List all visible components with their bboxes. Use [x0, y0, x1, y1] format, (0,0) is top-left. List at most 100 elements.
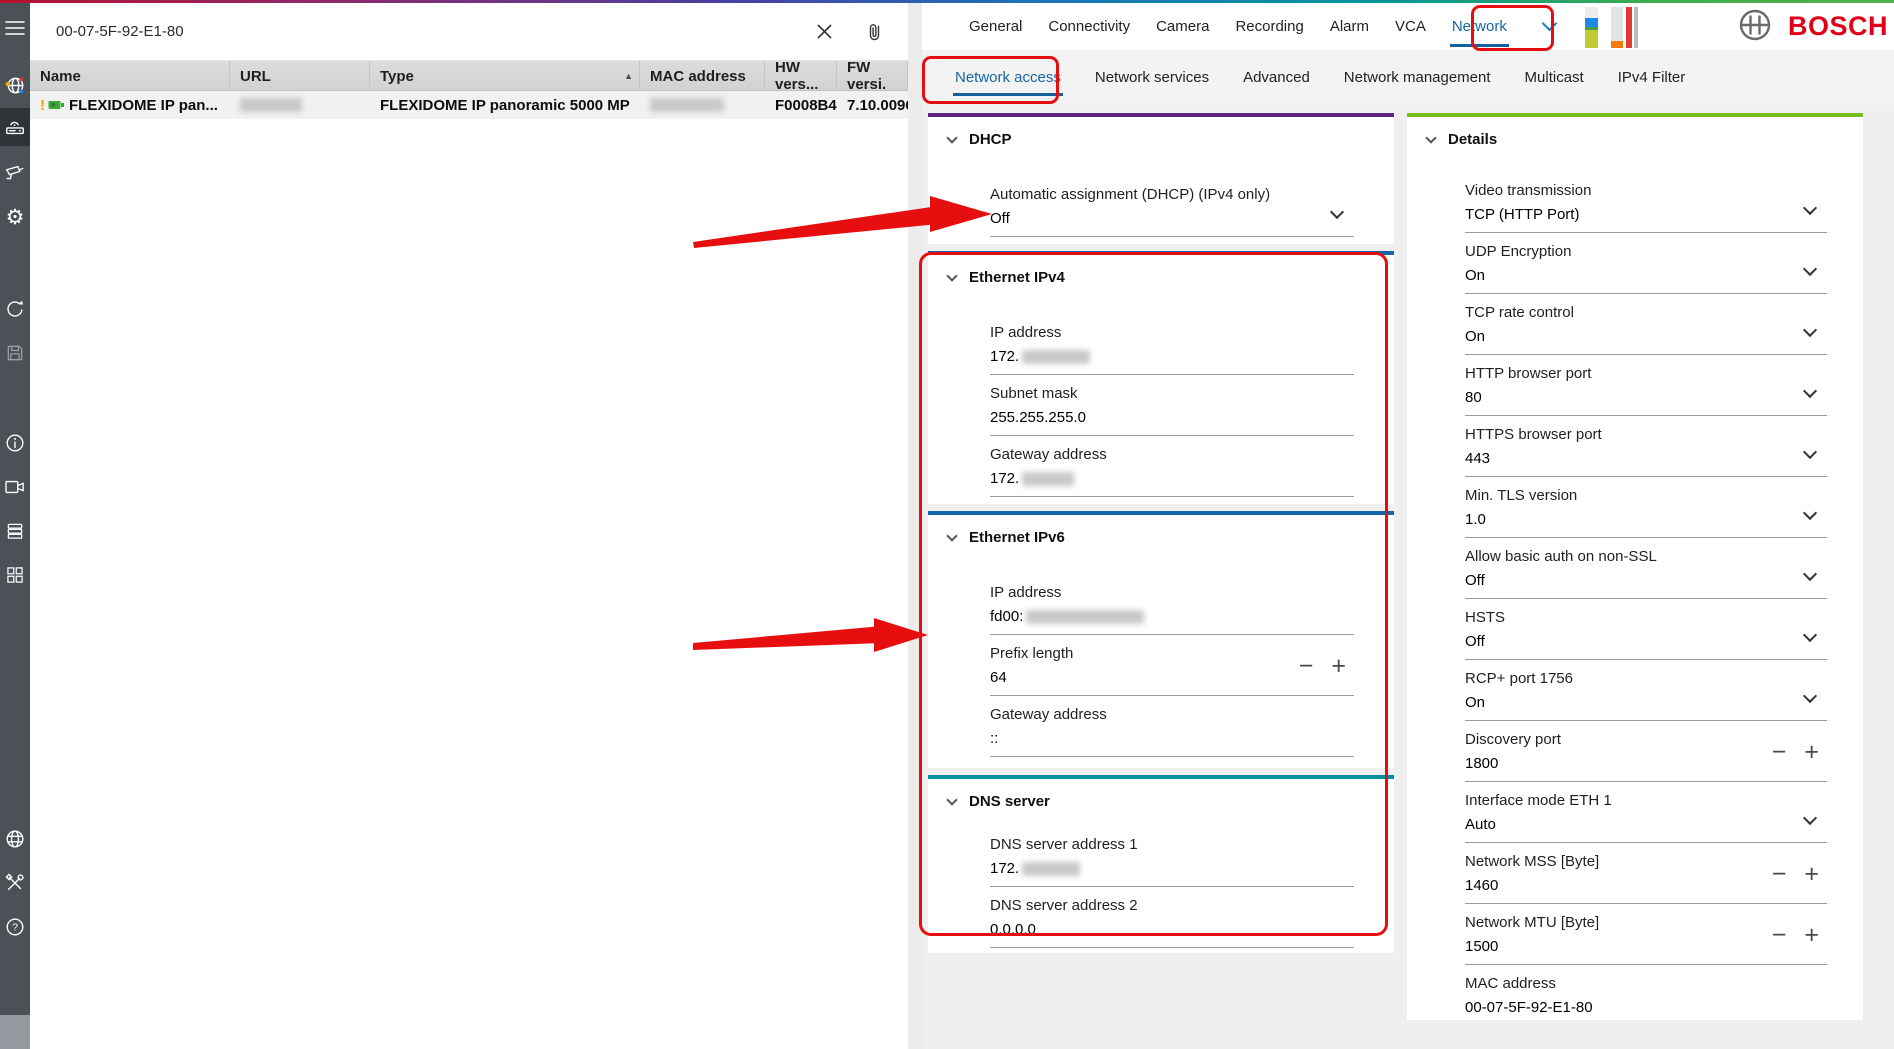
camera-device-icon — [48, 99, 64, 111]
section-header-dns-server[interactable]: DNS server — [928, 779, 1394, 810]
ethernet-ipv6-ip-address-value[interactable]: fd00: — [990, 608, 1354, 635]
details-https-browser-port-value[interactable]: 443 — [1465, 450, 1827, 477]
sidebar-item-camera[interactable] — [0, 154, 30, 192]
column-header-mac-address[interactable]: MAC address — [640, 61, 765, 91]
sidebar-item-apps[interactable] — [0, 556, 30, 594]
section-header-ethernet-ipv6[interactable]: Ethernet IPv6 — [928, 515, 1394, 546]
details-mac-address-label: MAC address — [1465, 975, 1827, 993]
ethernet-ipv4-ip-address-value[interactable]: 172. — [990, 348, 1354, 375]
details-tcp-rate-control-value-text: On — [1465, 328, 1485, 346]
device-fw-version-cell: 7.10.0096 — [837, 91, 908, 119]
details-allow-basic-auth-on-non-ssl-value[interactable]: Off — [1465, 572, 1827, 599]
sidebar-item-settings[interactable]: ⚙ — [0, 198, 30, 236]
ethernet-ipv6-gateway-address-label: Gateway address — [990, 706, 1354, 724]
field-details-interface-mode-eth-1: Interface mode ETH 1Auto — [1465, 792, 1827, 843]
tab-vca[interactable]: VCA — [1382, 3, 1439, 50]
sidebar-item-video[interactable] — [0, 468, 30, 506]
sidebar-item-network-scan[interactable] — [0, 66, 30, 104]
details-http-browser-port-value-text: 80 — [1465, 389, 1482, 407]
dns-server-dns-server-address-2-value[interactable]: 0.0.0.0 — [990, 921, 1354, 948]
ethernet-ipv4-gateway-address-value[interactable]: 172. — [990, 470, 1354, 497]
details-hsts-dropdown-chevron-icon[interactable] — [1805, 630, 1815, 640]
ethernet-ipv6-prefix-length-decrement-icon[interactable]: − — [1299, 653, 1314, 679]
details-column: Details Video transmissionTCP (HTTP Port… — [1407, 113, 1863, 1027]
collapse-chevron-icon — [946, 132, 957, 143]
details-interface-mode-eth-1-dropdown-chevron-icon[interactable] — [1805, 813, 1815, 823]
tab-connectivity[interactable]: Connectivity — [1035, 3, 1143, 50]
sidebar-bottom-handle[interactable] — [0, 1015, 30, 1049]
sidebar-item-help[interactable]: ? — [0, 908, 30, 946]
subtab-advanced[interactable]: Advanced — [1226, 50, 1327, 105]
details-hsts-value[interactable]: Off — [1465, 633, 1827, 660]
details-network-mtu-byte-increment-icon[interactable]: + — [1804, 922, 1819, 948]
subtab-network-access[interactable]: Network access — [938, 50, 1078, 105]
details-tcp-rate-control-value[interactable]: On — [1465, 328, 1827, 355]
details-network-mtu-byte-decrement-icon[interactable]: − — [1772, 922, 1787, 948]
close-icon[interactable] — [816, 23, 833, 40]
device-table-header: NameURLType▲MAC addressHW vers...FW vers… — [30, 61, 908, 91]
details-rcp-port-1756-value[interactable]: On — [1465, 694, 1827, 721]
ethernet-ipv4-subnet-mask-value-text: 255.255.255.0 — [990, 409, 1086, 427]
details-discovery-port-increment-icon[interactable]: + — [1804, 739, 1819, 765]
section-header-ethernet-ipv4[interactable]: Ethernet IPv4 — [928, 255, 1394, 286]
details-http-browser-port-dropdown-chevron-icon[interactable] — [1805, 386, 1815, 396]
tab-camera[interactable]: Camera — [1143, 3, 1222, 50]
details-udp-encryption-label: UDP Encryption — [1465, 243, 1827, 261]
sidebar-item-info[interactable] — [0, 424, 30, 462]
network-settings-column: DHCPAutomatic assignment (DHCP) (IPv4 on… — [928, 113, 1394, 960]
details-discovery-port-decrement-icon[interactable]: − — [1772, 739, 1787, 765]
subtab-network-management[interactable]: Network management — [1327, 50, 1508, 105]
sidebar-item-web[interactable] — [0, 820, 30, 858]
tab-alarm[interactable]: Alarm — [1317, 3, 1382, 50]
details-card-header[interactable]: Details — [1407, 117, 1863, 148]
sidebar-item-tools[interactable] — [0, 864, 30, 902]
dhcp-automatic-assignment-dhcp-ipv4-only-dropdown-chevron-icon[interactable] — [1332, 207, 1342, 217]
subtab-ipv4-filter[interactable]: IPv4 Filter — [1601, 50, 1703, 105]
details-min-tls-version-value[interactable]: 1.0 — [1465, 511, 1827, 538]
ethernet-ipv4-gateway-address-blurred-part — [1022, 472, 1074, 486]
sidebar-item-menu[interactable] — [0, 9, 30, 47]
field-dns-server-dns-server-address-2: DNS server address 20.0.0.0 — [990, 897, 1354, 948]
section-header-dhcp[interactable]: DHCP — [928, 117, 1394, 148]
column-header-name[interactable]: Name — [30, 61, 230, 91]
tab-recording[interactable]: Recording — [1222, 3, 1316, 50]
device-hw-version-cell: F0008B43 — [765, 91, 837, 119]
device-table-row[interactable]: !FLEXIDOME IP pan...FLEXIDOME IP panoram… — [30, 91, 908, 119]
field-details-mac-address: MAC address00-07-5F-92-E1-80 — [1465, 975, 1827, 1020]
tools-icon — [4, 872, 26, 894]
sidebar-item-refresh[interactable] — [0, 290, 30, 328]
column-header-hw-vers-[interactable]: HW vers... — [765, 61, 837, 91]
ethernet-ipv4-gateway-address-value-text: 172. — [990, 470, 1019, 488]
details-video-transmission-value[interactable]: TCP (HTTP Port) — [1465, 206, 1827, 233]
tab-network[interactable]: Network — [1439, 3, 1520, 50]
sidebar-item-storage[interactable] — [0, 512, 30, 550]
dhcp-automatic-assignment-dhcp-ipv4-only-value[interactable]: Off — [990, 210, 1354, 237]
details-network-mss-byte-decrement-icon[interactable]: − — [1772, 861, 1787, 887]
sidebar-item-save[interactable] — [0, 334, 30, 372]
attachment-icon[interactable] — [867, 22, 882, 41]
sidebar-item-devices[interactable] — [0, 108, 30, 146]
column-header-url[interactable]: URL — [230, 61, 370, 91]
ethernet-ipv6-gateway-address-value[interactable]: :: — [990, 730, 1354, 757]
dns-server-dns-server-address-1-value[interactable]: 172. — [990, 860, 1354, 887]
details-allow-basic-auth-on-non-ssl-dropdown-chevron-icon[interactable] — [1805, 569, 1815, 579]
column-header-type[interactable]: Type▲ — [370, 61, 640, 91]
column-header-fw-versi-[interactable]: FW versi. — [837, 61, 908, 91]
ethernet-ipv4-subnet-mask-value[interactable]: 255.255.255.0 — [990, 409, 1354, 436]
details-rcp-port-1756-dropdown-chevron-icon[interactable] — [1805, 691, 1815, 701]
subtab-network-services[interactable]: Network services — [1078, 50, 1226, 105]
details-tcp-rate-control-dropdown-chevron-icon[interactable] — [1805, 325, 1815, 335]
details-udp-encryption-value[interactable]: On — [1465, 267, 1827, 294]
details-min-tls-version-dropdown-chevron-icon[interactable] — [1805, 508, 1815, 518]
subtab-multicast[interactable]: Multicast — [1508, 50, 1601, 105]
ethernet-ipv6-prefix-length-increment-icon[interactable]: + — [1331, 653, 1346, 679]
details-min-tls-version-label: Min. TLS version — [1465, 487, 1827, 505]
details-https-browser-port-dropdown-chevron-icon[interactable] — [1805, 447, 1815, 457]
details-interface-mode-eth-1-value[interactable]: Auto — [1465, 816, 1827, 843]
details-udp-encryption-dropdown-chevron-icon[interactable] — [1805, 264, 1815, 274]
tab-general[interactable]: General — [956, 3, 1035, 50]
details-network-mss-byte-increment-icon[interactable]: + — [1804, 861, 1819, 887]
details-video-transmission-dropdown-chevron-icon[interactable] — [1805, 203, 1815, 213]
details-http-browser-port-value[interactable]: 80 — [1465, 389, 1827, 416]
more-tabs-chevron-icon[interactable] — [1542, 16, 1558, 32]
